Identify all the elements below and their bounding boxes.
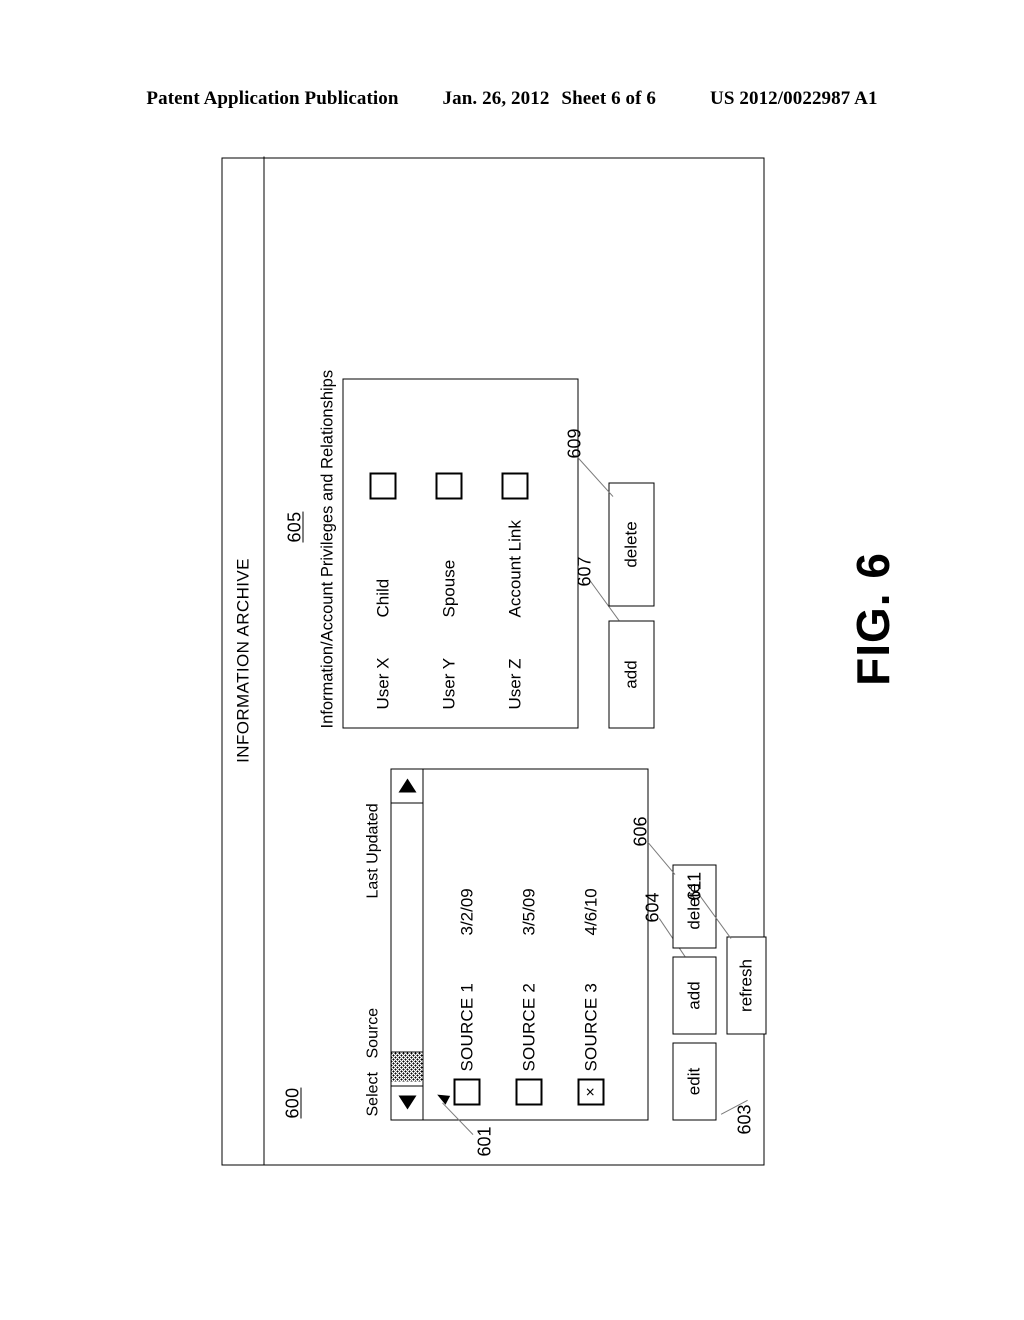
source-select-checkbox[interactable] [515,1078,543,1105]
privileges-delete-button[interactable]: delete [608,482,655,606]
source-name: SOURCE 2 [519,982,538,1071]
privilege-relationship: Spouse [439,559,458,617]
source-name: SOURCE 1 [457,982,476,1071]
source-select-checkbox[interactable]: × [577,1078,605,1105]
table-row[interactable]: SOURCE 1 3/2/09 [453,887,481,1105]
refresh-button[interactable]: refresh [726,936,767,1034]
ref-611: 611 [684,871,705,900]
privilege-checkbox[interactable] [501,472,529,499]
ref-609: 609 [564,427,585,458]
privileges-panel-caption: Information/Account Privileges and Relat… [318,369,337,728]
ref-605: 605 [284,511,305,542]
privilege-row[interactable]: User Y Spouse [435,472,463,709]
window-title: INFORMATION ARCHIVE [233,557,253,763]
privilege-row[interactable]: User X Child [369,472,397,709]
ref-604: 604 [642,891,663,922]
source-last-updated: 4/6/10 [581,887,600,935]
privilege-checkbox[interactable] [369,472,397,499]
table-row[interactable]: SOURCE 2 3/5/09 [515,887,543,1105]
horizontal-scrollbar[interactable] [391,769,424,1119]
scroll-left-arrow-icon[interactable] [391,1085,423,1119]
source-name: SOURCE 3 [581,982,600,1071]
privilege-user: User Y [439,657,458,709]
ref-607: 607 [574,555,595,586]
privilege-relationship: Account Link [505,519,524,617]
column-header-source: Source [364,1007,382,1058]
window-title-bar: INFORMATION ARCHIVE [222,156,265,1164]
scrollbar-thumb[interactable] [391,1051,423,1081]
source-select-checkbox[interactable] [453,1078,481,1105]
ref-600: 600 [282,1087,303,1118]
column-header-last-updated: Last Updated [364,802,382,898]
scroll-right-arrow-icon[interactable] [391,769,423,803]
privilege-relationship: Child [373,578,392,617]
ref-603: 603 [734,1103,755,1134]
privileges-panel: User X Child User Y Spouse User Z Accoun… [342,378,579,728]
privileges-add-button[interactable]: add [608,620,655,728]
source-list-panel: SOURCE 1 3/2/09 SOURCE 2 3/5/09 × SOURCE… [390,768,649,1120]
privilege-row[interactable]: User Z Account Link [501,472,529,709]
ref-606: 606 [630,815,651,846]
table-row[interactable]: × SOURCE 3 4/6/10 [577,887,605,1105]
leader-line-606 [647,841,676,875]
leader-line-609 [575,453,614,497]
scrollbar-track[interactable] [391,803,423,1085]
source-last-updated: 3/2/09 [457,887,476,935]
figure-6: INFORMATION ARCHIVE 600 Select Source La… [0,0,1024,1320]
privilege-user: User X [373,657,392,709]
source-last-updated: 3/5/09 [519,887,538,935]
privilege-user: User Z [505,658,524,709]
ref-601: 601 [474,1125,495,1156]
application-window: INFORMATION ARCHIVE 600 Select Source La… [221,156,767,1165]
privilege-checkbox[interactable] [435,472,463,499]
gui-mockup: INFORMATION ARCHIVE 600 Select Source La… [221,155,767,1165]
figure-label: FIG. 6 [846,552,899,686]
add-button[interactable]: add [672,956,717,1034]
column-header-select: Select [364,1071,382,1116]
edit-button[interactable]: edit [672,1042,717,1120]
